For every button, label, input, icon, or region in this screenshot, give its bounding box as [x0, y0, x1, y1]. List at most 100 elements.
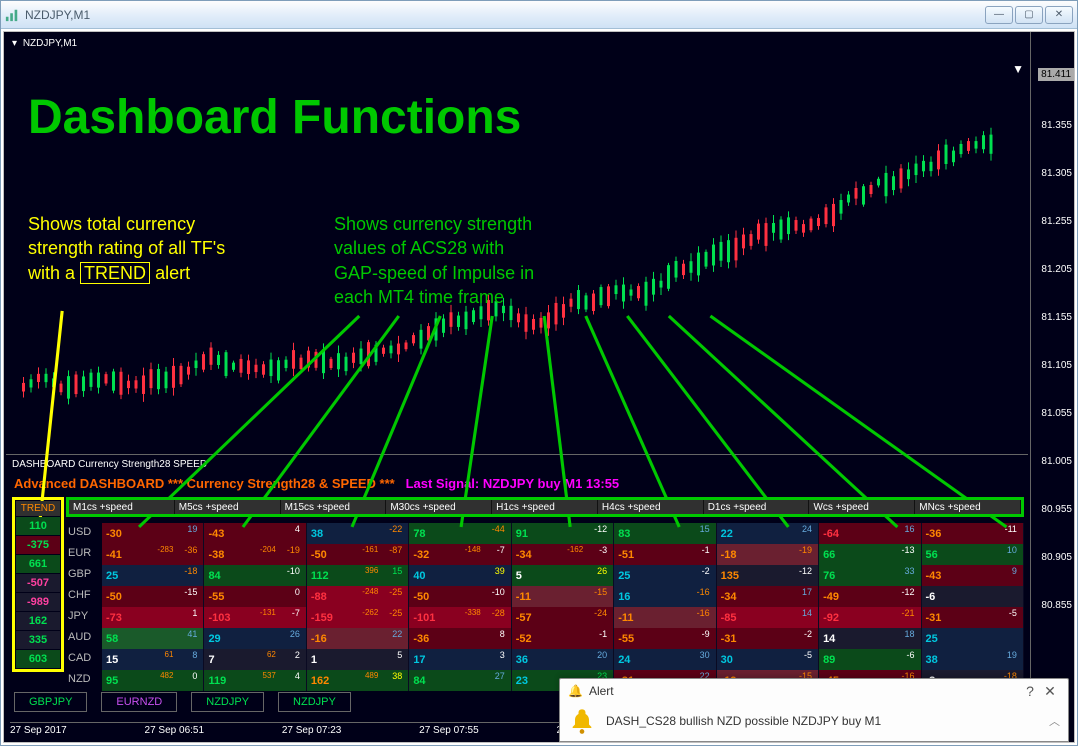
currency-row: CHF-50-15-550-88-25-248-50-10-11-1516-16…	[66, 586, 1024, 607]
strength-cell[interactable]: -31-2	[717, 628, 819, 649]
strength-cell[interactable]: 950482	[102, 670, 204, 691]
tf-header: H1cs +speed	[492, 500, 598, 514]
strength-cell[interactable]: 135-12	[717, 565, 819, 586]
strength-cell[interactable]: -34-3-162	[512, 544, 614, 565]
strength-cell[interactable]: 2224	[717, 523, 819, 544]
strength-cell[interactable]: 1418	[819, 628, 921, 649]
strength-cell[interactable]: -50-15	[102, 586, 204, 607]
strength-cell[interactable]: 7633	[819, 565, 921, 586]
strength-cell[interactable]: 89-6	[819, 649, 921, 670]
strength-cell[interactable]: 8427	[409, 670, 511, 691]
strength-cell[interactable]: 25	[922, 628, 1024, 649]
tf-header: M15cs +speed	[281, 500, 387, 514]
time-tick: 27 Sep 07:23	[282, 725, 342, 740]
strength-cell[interactable]: -3019	[102, 523, 204, 544]
alert-title: Alert	[589, 684, 614, 698]
strength-cell[interactable]: -41-36-283	[102, 544, 204, 565]
strength-cell[interactable]: -159-25-262	[307, 607, 409, 628]
strength-cell[interactable]: -434	[204, 523, 306, 544]
chart-symbol-header: ▾ NZDJPY,M1	[8, 36, 81, 51]
strength-cell[interactable]: -18-19	[717, 544, 819, 565]
strength-cell[interactable]: -51-1	[614, 544, 716, 565]
current-price: 81.411	[1038, 68, 1074, 81]
strength-cell[interactable]: 38-22	[307, 523, 409, 544]
strength-cell[interactable]: -3417	[717, 586, 819, 607]
strength-cell[interactable]: 1194537	[204, 670, 306, 691]
strength-cell[interactable]: 66-13	[819, 544, 921, 565]
strength-cell[interactable]: -50-10	[409, 586, 511, 607]
maximize-button[interactable]: ▢	[1015, 6, 1043, 24]
tf-header: D1cs +speed	[704, 500, 810, 514]
pair-button[interactable]: NZDJPY	[278, 692, 351, 712]
strength-cell[interactable]: -92-21	[819, 607, 921, 628]
strength-cell[interactable]: -103-7-131	[204, 607, 306, 628]
strength-cell[interactable]: 16-16	[614, 586, 716, 607]
strength-cell[interactable]: -11-15	[512, 586, 614, 607]
pair-button[interactable]: GBPJPY	[14, 692, 87, 712]
strength-cell[interactable]: -731	[102, 607, 204, 628]
currency-row: EUR-41-36-283-38-19-204-50-87-161-32-7-1…	[66, 544, 1024, 565]
strength-cell[interactable]: 7262	[204, 649, 306, 670]
strength-cell[interactable]: 25-18	[102, 565, 204, 586]
strength-cell[interactable]: 526	[512, 565, 614, 586]
close-button[interactable]: ✕	[1045, 6, 1073, 24]
chevron-up-icon[interactable]: ︿	[1049, 713, 1060, 729]
strength-cell[interactable]: -101-28-338	[409, 607, 511, 628]
strength-cell[interactable]: -32-7-148	[409, 544, 511, 565]
chart-area[interactable]: ▾ NZDJPY,M1 ▼ Dashboard Functions Shows …	[3, 31, 1075, 743]
alert-titlebar[interactable]: 🔔 Alert ? ✕	[560, 679, 1068, 703]
strength-cell[interactable]: -31-5	[922, 607, 1024, 628]
strength-cell[interactable]: 30-5	[717, 649, 819, 670]
strength-cell[interactable]: 8315	[614, 523, 716, 544]
strength-cell[interactable]: -550	[204, 586, 306, 607]
alert-dialog[interactable]: 🔔 Alert ? ✕ DASH_CS28 bullish NZD possib…	[559, 678, 1069, 742]
pair-button[interactable]: NZDJPY	[191, 692, 264, 712]
strength-cell[interactable]: 78-44	[409, 523, 511, 544]
chevron-down-icon[interactable]: ▾	[12, 38, 17, 49]
pair-buttons: GBPJPY EURNZD NZDJPY NZDJPY	[14, 692, 351, 712]
trend-cell: 162	[16, 612, 60, 630]
bell-large-icon	[568, 707, 596, 735]
strength-cell[interactable]: 5841	[102, 628, 204, 649]
strength-cell[interactable]: -52-1	[512, 628, 614, 649]
currency-row: GBP25-1884-1011215396403952625-2135-1276…	[66, 565, 1024, 586]
strength-cell[interactable]: -49-12	[819, 586, 921, 607]
titlebar[interactable]: NZDJPY,M1 — ▢ ✕	[1, 1, 1077, 29]
strength-cell[interactable]: 15861	[102, 649, 204, 670]
alert-close-button[interactable]: ✕	[1040, 683, 1060, 700]
strength-cell[interactable]: -439	[922, 565, 1024, 586]
chart-icon	[5, 8, 19, 22]
strength-cell[interactable]: -6416	[819, 523, 921, 544]
price-tick: 81.155	[1041, 312, 1072, 323]
strength-cell[interactable]: 11215396	[307, 565, 409, 586]
strength-cell[interactable]: -1622	[307, 628, 409, 649]
trend-cell: -375	[16, 536, 60, 554]
strength-cell[interactable]: -55-9	[614, 628, 716, 649]
strength-cell[interactable]: 173	[409, 649, 511, 670]
strength-cell[interactable]: -11-16	[614, 607, 716, 628]
strength-cell[interactable]: 4039	[409, 565, 511, 586]
minimize-button[interactable]: —	[985, 6, 1013, 24]
strength-cell[interactable]: 3819	[922, 649, 1024, 670]
strength-cell[interactable]: -6	[922, 586, 1024, 607]
strength-cell[interactable]: 15	[307, 649, 409, 670]
strength-cell[interactable]: -368	[409, 628, 511, 649]
strength-cell[interactable]: 25-2	[614, 565, 716, 586]
strength-cell[interactable]: 84-10	[204, 565, 306, 586]
strength-cell[interactable]: -8514	[717, 607, 819, 628]
strength-cell[interactable]: 16238489	[307, 670, 409, 691]
price-tick: 81.105	[1041, 360, 1072, 371]
strength-cell[interactable]: 91-12	[512, 523, 614, 544]
strength-cell[interactable]: -36-11	[922, 523, 1024, 544]
strength-cell[interactable]: -88-25-248	[307, 586, 409, 607]
strength-cell[interactable]: -57-24	[512, 607, 614, 628]
strength-cell[interactable]: 2430	[614, 649, 716, 670]
strength-cell[interactable]: 3620	[512, 649, 614, 670]
pair-button[interactable]: EURNZD	[101, 692, 177, 712]
strength-cell[interactable]: -38-19-204	[204, 544, 306, 565]
strength-cell[interactable]: 5610	[922, 544, 1024, 565]
strength-cell[interactable]: -50-87-161	[307, 544, 409, 565]
alert-help-button[interactable]: ?	[1020, 683, 1040, 699]
time-tick: 27 Sep 06:51	[145, 725, 205, 740]
strength-cell[interactable]: 2926	[204, 628, 306, 649]
